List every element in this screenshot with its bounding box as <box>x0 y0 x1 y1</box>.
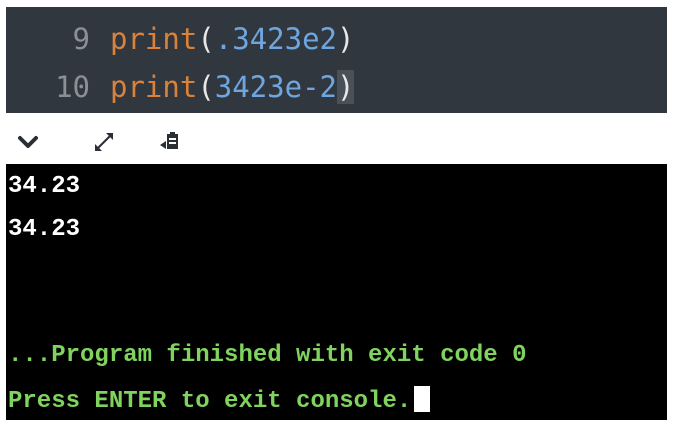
number-token: 3423e-2 <box>214 70 337 104</box>
function-token: print <box>110 22 198 56</box>
code-line[interactable]: 10 print(3423e-2) <box>6 65 355 109</box>
line-number: 9 <box>72 22 90 56</box>
console-toolbar <box>6 120 667 163</box>
paren-token: ( <box>197 70 215 104</box>
output-line: 34.23 <box>8 216 81 243</box>
console-output[interactable]: 34.23 34.23 ...Program finished with exi… <box>6 164 667 420</box>
copy-icon[interactable] <box>158 131 182 153</box>
output-line: 34.23 <box>8 173 81 200</box>
line-number: 10 <box>55 70 90 104</box>
chevron-down-icon[interactable] <box>16 131 40 153</box>
code-line[interactable]: 9 print(.3423e2) <box>6 17 355 61</box>
online-ide-window: 9 print(.3423e2) 10 print(3423e-2) 34.23… <box>0 0 673 426</box>
function-token: print <box>110 70 198 104</box>
exit-status-message: ...Program finished with exit code 0 <box>8 342 527 369</box>
code-editor[interactable]: 9 print(.3423e2) 10 print(3423e-2) <box>6 7 667 113</box>
number-token: .3423e2 <box>214 22 337 56</box>
exit-prompt-text: Press ENTER to exit console. <box>8 388 412 415</box>
text-cursor[interactable] <box>414 386 431 412</box>
paren-token: ( <box>197 22 215 56</box>
paren-token: ) <box>337 70 355 104</box>
exit-prompt: Press ENTER to exit console. <box>8 386 431 417</box>
expand-icon[interactable] <box>92 131 116 153</box>
paren-token: ) <box>337 22 355 56</box>
